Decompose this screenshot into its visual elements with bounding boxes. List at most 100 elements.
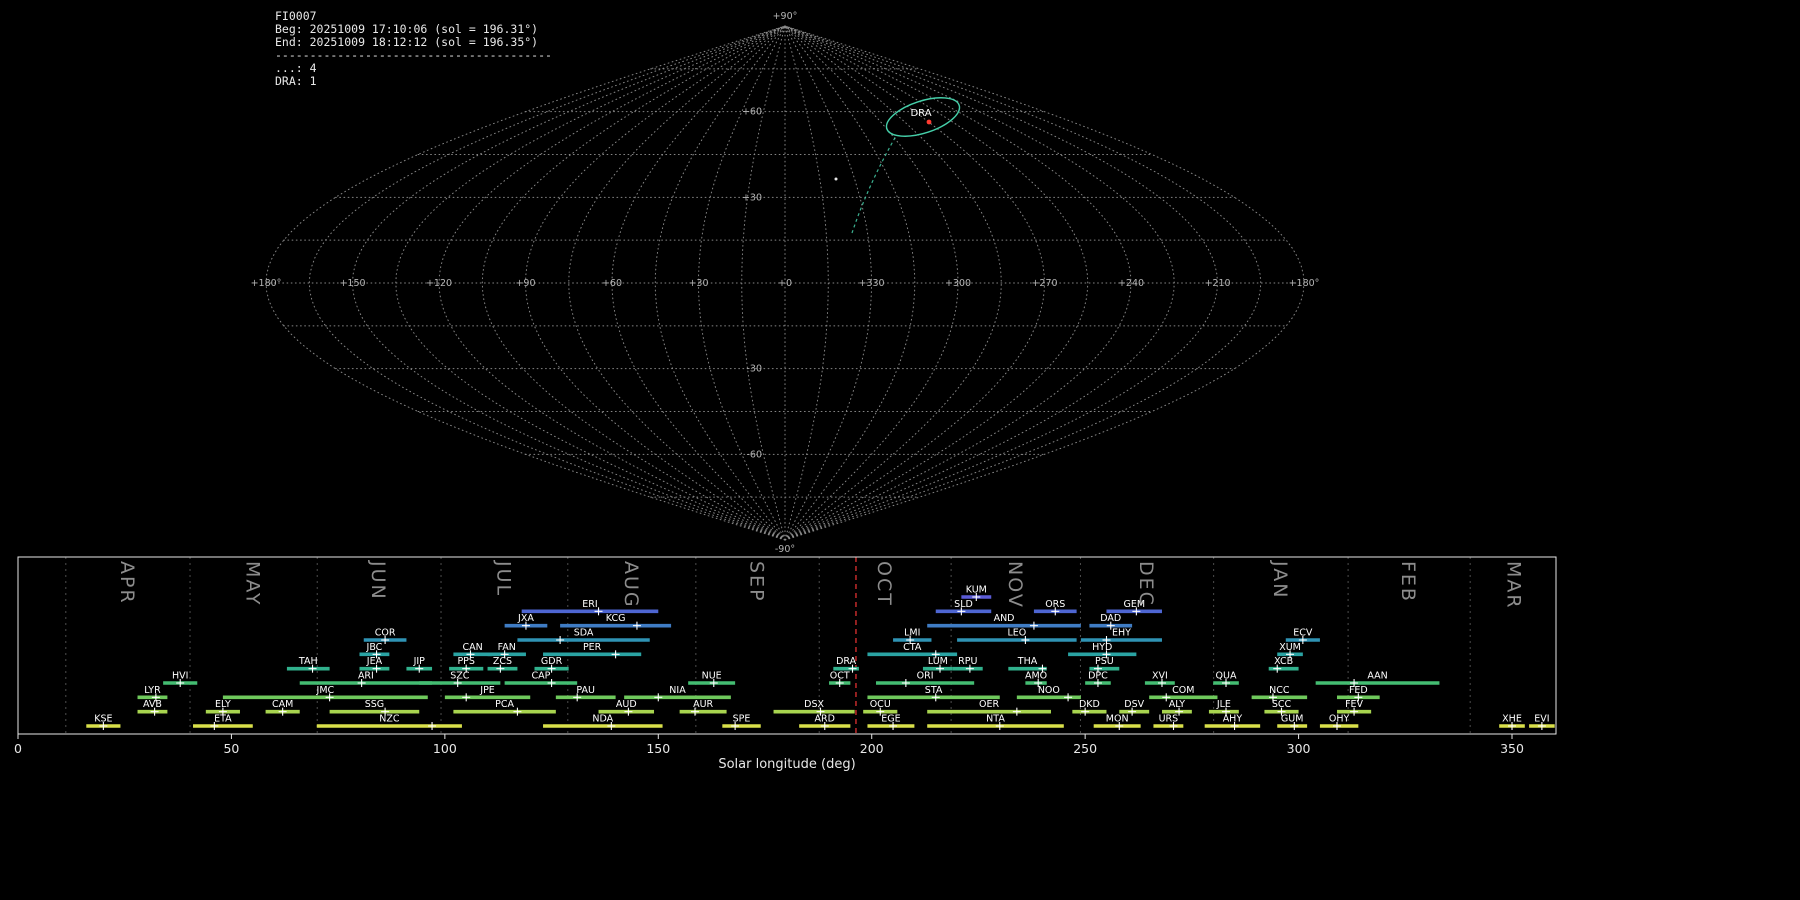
shower-code-label: NZC	[379, 713, 400, 724]
shower-code-label: AVB	[143, 699, 162, 710]
shower-code-label: XVI	[1152, 670, 1168, 681]
sky-longitude-label: +0	[778, 278, 792, 289]
month-label: FEB	[1397, 561, 1419, 603]
shower-code-label: DPC	[1088, 670, 1108, 681]
shower-code-label: EHY	[1112, 627, 1131, 638]
shower-code-label: JLE	[1216, 699, 1231, 710]
month-label: MAY	[242, 561, 264, 607]
shower-EGE: EGE	[867, 713, 915, 730]
shower-code-label: ARD	[815, 713, 835, 724]
shower-code-label: KUM	[966, 585, 987, 596]
shower-JMC: JMC	[222, 685, 428, 702]
shower-code-label: LYR	[144, 685, 161, 696]
shower-code-label: NTA	[986, 713, 1005, 724]
shower-code-label: PER	[583, 642, 602, 653]
sky-longitude-label: +210	[1204, 278, 1230, 289]
shower-PAU: PAU	[555, 685, 616, 702]
shower-NUE: NUE	[688, 670, 736, 687]
shower-QUA: QUA	[1213, 670, 1239, 687]
shower-SSG: SSG	[329, 699, 420, 716]
shower-AHY: AHY	[1204, 713, 1261, 730]
radiant-dot	[926, 119, 932, 125]
x-tick-label: 200	[860, 741, 884, 756]
shower-PCA: PCA	[453, 699, 556, 716]
shower-code-label: JIP	[413, 656, 426, 667]
shower-code-label: ARI	[358, 670, 374, 681]
shower-DKD: DKD	[1072, 699, 1107, 716]
shower-NOO: NOO	[1016, 685, 1081, 702]
shower-code-label: SPE	[733, 713, 751, 724]
shower-code-label: XHE	[1502, 713, 1522, 724]
shower-code-label: ERI	[582, 599, 597, 610]
shower-XCB: XCB	[1268, 656, 1299, 673]
shower-code-label: PCA	[495, 699, 514, 710]
shower-GUM: GUM	[1277, 713, 1308, 730]
shower-code-label: DRA	[836, 656, 857, 667]
sky-longitude-label: +300	[945, 278, 971, 289]
shower-code-label: JEA	[366, 656, 383, 667]
shower-TAH: TAH	[286, 656, 330, 673]
shower-code-label: ZCS	[493, 656, 512, 667]
shower-code-label: OCT	[830, 670, 850, 681]
sky-longitude-label: +60	[602, 278, 622, 289]
shower-code-label: JMC	[316, 685, 335, 696]
shower-AND: AND	[927, 613, 1081, 630]
shower-code-label: MON	[1106, 713, 1129, 724]
shower-code-label: CTA	[903, 642, 922, 653]
shower-code-label: NOO	[1038, 685, 1060, 696]
shower-SPE: SPE	[722, 713, 761, 730]
shower-NZC: NZC	[316, 713, 462, 730]
shower-code-label: AUR	[693, 699, 713, 710]
shower-code-label: LMI	[904, 627, 920, 638]
shower-code-label: DAD	[1100, 613, 1121, 624]
shower-code-label: JBC	[366, 642, 383, 653]
sky-pole-label-bottom: -90°	[775, 544, 795, 555]
sky-longitude-label: +120	[426, 278, 452, 289]
shower-code-label: XCB	[1274, 656, 1293, 667]
activity-timeline: APR MAY JUN JUL AUG SEP OCT NOV DEC JAN FEB MARKUME…	[14, 556, 1557, 772]
meteor-point	[834, 177, 838, 181]
x-axis-title: Solar longitude (deg)	[718, 757, 855, 772]
shower-code-label: OHY	[1329, 713, 1350, 724]
shower-code-label: TAH	[298, 656, 318, 667]
sky-longitude-label: +180°	[251, 278, 282, 289]
month-label: APR	[116, 561, 138, 605]
sky-map: +180° +150 +120 +90 +60 +30 +0 +330 +300 +270 +240…	[251, 11, 1320, 555]
month-label: JUL	[492, 560, 514, 597]
sky-latitude-label: -60	[746, 449, 762, 460]
shower-code-label: THA	[1017, 656, 1038, 667]
shower-code-label: NDA	[592, 713, 613, 724]
shower-AAN: AAN	[1315, 670, 1440, 687]
shower-ORS: ORS	[1033, 599, 1077, 616]
shower-code-label: FEV	[1345, 699, 1363, 710]
shower-code-label: SLD	[954, 599, 973, 610]
month-label: SEP	[746, 561, 768, 603]
shower-code-label: FED	[1349, 685, 1368, 696]
shower-ARD: ARD	[799, 713, 851, 730]
shower-code-label: COM	[1172, 685, 1194, 696]
shower-code-label: FAN	[498, 642, 516, 653]
radiant-label: DRA	[910, 108, 931, 119]
shower-code-label: SZC	[450, 670, 470, 681]
shower-code-label: GEM	[1123, 599, 1145, 610]
shower-MON: MON	[1093, 713, 1141, 730]
sky-longitude-label: +330	[858, 278, 884, 289]
shower-SLD: SLD	[935, 599, 992, 616]
shower-code-label: NUE	[702, 670, 722, 681]
shower-code-label: AUD	[616, 699, 637, 710]
shower-LEO: LEO	[957, 627, 1077, 644]
shower-code-label: AAN	[1367, 670, 1387, 681]
shower-code-label: QUA	[1216, 670, 1237, 681]
shower-code-label: PAU	[576, 685, 595, 696]
shower-code-label: URS	[1159, 713, 1179, 724]
shower-URS: URS	[1153, 713, 1184, 730]
shower-code-label: AMO	[1025, 670, 1047, 681]
shower-code-label: HVI	[172, 670, 188, 681]
shower-code-label: NIA	[669, 685, 686, 696]
x-tick-label: 100	[433, 741, 457, 756]
shower-ETA: ETA	[193, 713, 253, 730]
shower-code-label: AHY	[1223, 713, 1243, 724]
shower-code-label: COR	[375, 627, 396, 638]
shower-code-label: GUM	[1281, 713, 1304, 724]
shower-OHY: OHY	[1319, 713, 1359, 730]
